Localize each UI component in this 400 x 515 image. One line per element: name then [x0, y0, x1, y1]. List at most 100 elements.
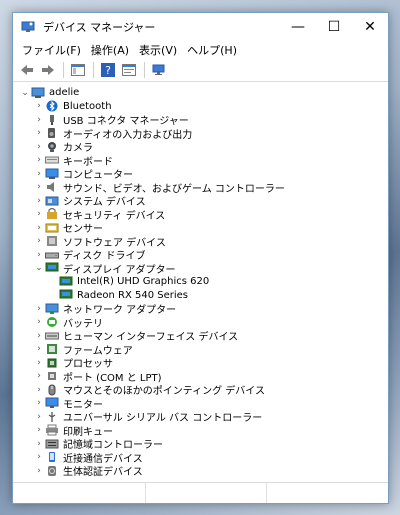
tree-item[interactable]: › ヒューマン インターフェイス デバイス: [13, 329, 388, 344]
tree-item[interactable]: › モニター: [13, 397, 388, 411]
minimize-button[interactable]: —: [280, 13, 316, 41]
hid-icon: [45, 330, 59, 342]
tree-item[interactable]: › キーボード: [13, 154, 388, 168]
expand-arrow-icon[interactable]: ›: [33, 358, 45, 368]
expand-arrow-icon[interactable]: ›: [33, 466, 45, 476]
forward-icon[interactable]: [38, 61, 58, 79]
expand-arrow-icon[interactable]: ›: [33, 439, 45, 449]
display-adapter-child-icon: [59, 276, 73, 288]
sensor-icon: [45, 222, 59, 234]
port-icon: [45, 370, 59, 382]
device-manager-app-icon: [21, 20, 37, 34]
maximize-button[interactable]: ☐: [316, 13, 352, 41]
expand-arrow-icon[interactable]: ›: [33, 128, 45, 138]
expand-arrow-icon[interactable]: ›: [33, 196, 45, 206]
tree-child-item[interactable]: Radeon RX 540 Series: [13, 289, 388, 303]
expand-arrow-icon[interactable]: ›: [33, 371, 45, 381]
svg-text:?: ?: [105, 64, 111, 77]
tree-item[interactable]: › ネットワーク アダプター: [13, 302, 388, 316]
bluetooth-icon: [45, 100, 59, 112]
firmware-icon: [45, 343, 59, 355]
computer-icon: [45, 168, 59, 180]
tree-item[interactable]: › ポート (COM と LPT): [13, 370, 388, 384]
scan-hardware-icon[interactable]: [149, 61, 169, 79]
tree-item[interactable]: › 記憶域コントローラー: [13, 437, 388, 452]
tree-item[interactable]: › ソフトウェア デバイス: [13, 235, 388, 249]
tree-item[interactable]: › システム デバイス: [13, 194, 388, 209]
window-title: デバイス マネージャー: [43, 21, 156, 34]
expand-arrow-icon[interactable]: ›: [33, 250, 45, 260]
collapse-arrow-icon[interactable]: ⌄: [19, 88, 31, 98]
expand-arrow-icon[interactable]: ›: [33, 236, 45, 246]
collapse-arrow-icon[interactable]: ⌄: [33, 263, 45, 273]
expand-arrow-icon[interactable]: ›: [33, 182, 45, 192]
processor-icon: [45, 357, 59, 369]
camera-icon: [45, 141, 59, 153]
menu-file[interactable]: ファイル(F): [17, 42, 86, 58]
expand-arrow-icon[interactable]: ›: [33, 115, 45, 125]
tree-item[interactable]: › USB コネクタ マネージャー: [13, 113, 388, 127]
device-manager-window: デバイス マネージャー — ☐ ✕ ファイル(F) 操作(A) 表示(V) ヘル…: [12, 12, 389, 504]
printer-icon: [45, 424, 59, 436]
tree-item[interactable]: › ディスク ドライブ: [13, 248, 388, 263]
expand-arrow-icon[interactable]: ›: [33, 209, 45, 219]
device-tree[interactable]: ⌄ adelie › Bluetooth › USB コネクタ マネージャー › オーディオの…: [13, 82, 388, 483]
expand-arrow-icon[interactable]: ›: [33, 412, 45, 422]
expand-arrow-icon[interactable]: ›: [33, 452, 45, 462]
expand-arrow-icon[interactable]: ›: [33, 425, 45, 435]
display-adapter-icon: [45, 262, 59, 274]
expand-arrow-icon[interactable]: ›: [33, 398, 45, 408]
menu-view[interactable]: 表示(V): [134, 42, 182, 58]
expand-arrow-icon[interactable]: ›: [33, 344, 45, 354]
close-button[interactable]: ✕: [352, 13, 388, 41]
keyboard-icon: [45, 154, 59, 166]
show-hide-console-tree-icon[interactable]: [68, 61, 88, 79]
tree-item[interactable]: › バッテリ: [13, 316, 388, 330]
tree-item[interactable]: › Bluetooth: [13, 100, 388, 114]
expand-arrow-icon[interactable]: ›: [33, 223, 45, 233]
tree-item[interactable]: ⌄ ディスプレイ アダプター: [13, 262, 388, 276]
disk-drive-icon: [45, 249, 59, 261]
toolbar-separator: [93, 62, 94, 78]
tree-root-computer[interactable]: ⌄ adelie: [13, 86, 388, 100]
expand-arrow-icon[interactable]: ›: [33, 169, 45, 179]
tree-item[interactable]: › セキュリティ デバイス: [13, 208, 388, 222]
expand-arrow-icon[interactable]: ›: [33, 317, 45, 327]
menu-action[interactable]: 操作(A): [86, 42, 134, 58]
expand-arrow-icon[interactable]: ›: [33, 155, 45, 165]
expand-arrow-icon[interactable]: ›: [33, 331, 45, 341]
expand-arrow-icon[interactable]: ›: [33, 385, 45, 395]
toolbar: ?: [13, 59, 388, 82]
storage-controller-icon: [45, 438, 59, 450]
tree-item[interactable]: › ファームウェア: [13, 343, 388, 357]
tree-item[interactable]: › カメラ: [13, 140, 388, 154]
tree-item[interactable]: › プロセッサ: [13, 356, 388, 371]
proximity-icon: [45, 451, 59, 463]
tree-item[interactable]: › オーディオの入力および出力: [13, 127, 388, 141]
expand-arrow-icon[interactable]: ›: [33, 142, 45, 152]
properties-icon[interactable]: [119, 61, 139, 79]
tree-child-item[interactable]: Intel(R) UHD Graphics 620: [13, 275, 388, 289]
monitor-icon: [45, 397, 59, 409]
menu-help[interactable]: ヘルプ(H): [182, 42, 242, 58]
expand-arrow-icon[interactable]: ›: [33, 304, 45, 314]
expand-arrow-icon[interactable]: ›: [33, 101, 45, 111]
tree-item-label: Radeon RX 540 Series: [77, 289, 188, 301]
display-adapter-child-icon: [59, 289, 73, 301]
tree-item[interactable]: › 印刷キュー: [13, 424, 388, 438]
tree-item[interactable]: › 生体認証デバイス: [13, 464, 388, 478]
tree-item[interactable]: › マウスとそのほかのポインティング デバイス: [13, 383, 388, 397]
help-icon[interactable]: ?: [98, 61, 118, 79]
tree-item[interactable]: › コンピューター: [13, 167, 388, 181]
tree-item[interactable]: › 近接通信デバイス: [13, 451, 388, 465]
tree-item[interactable]: › サウンド、ビデオ、およびゲーム コントローラー: [13, 181, 388, 195]
biometric-icon: [45, 465, 59, 477]
tree-item-label: 生体認証デバイス: [63, 467, 143, 479]
back-icon[interactable]: [17, 61, 37, 79]
network-adapter-icon: [45, 303, 59, 315]
tree-item[interactable]: › ユニバーサル シリアル バス コントローラー: [13, 410, 388, 424]
tree-item-label: Bluetooth: [63, 100, 112, 112]
usb-connector-icon: [45, 114, 59, 126]
tree-item[interactable]: › センサー: [13, 221, 388, 236]
tree-item-label: adelie: [49, 87, 80, 99]
